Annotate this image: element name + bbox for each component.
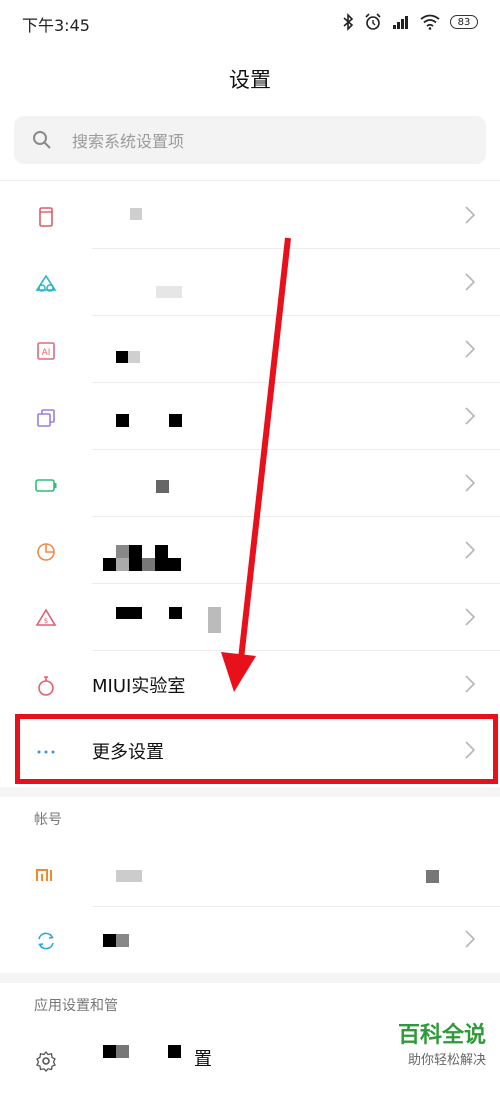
annotation-arrow — [221, 237, 291, 692]
watermark-title: 百科全说 — [397, 1023, 486, 1048]
watermark-subtitle: 助你轻松解决 — [407, 1053, 486, 1068]
watermark: 百科全说 助你轻松解决 — [398, 1017, 486, 1068]
